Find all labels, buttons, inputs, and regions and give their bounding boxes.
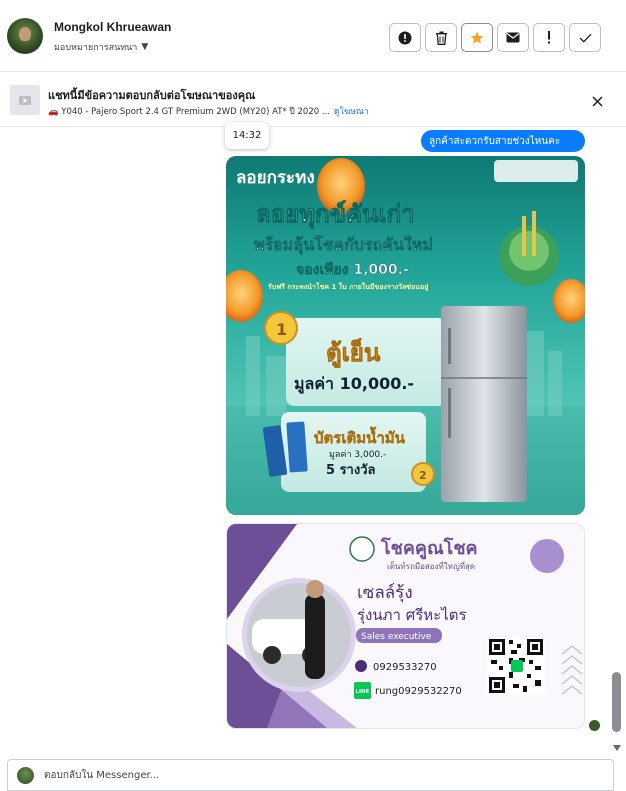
promo-image[interactable]: ลอยกระทง ลอยทุกข์คันเก่า พร้อมลุ้นโชคกับ… (226, 156, 585, 515)
ad-name: 🚗 Y040 - Pajero Sport 2.4 GT Premium 2WD… (48, 107, 330, 117)
contact-name[interactable]: Mongkol Khrueawan (54, 20, 171, 34)
scroll-down-arrow[interactable] (612, 737, 622, 751)
envelope-icon (506, 32, 520, 43)
promo-headline: ลอยทุกข์คันเก่า (256, 200, 415, 230)
delete-button[interactable] (425, 23, 457, 52)
contact-avatar[interactable] (7, 18, 43, 54)
chevron-down-icon (613, 745, 621, 751)
check-icon (579, 33, 591, 43)
done-button[interactable] (569, 23, 601, 52)
star-button[interactable] (461, 23, 493, 52)
video-play-icon (19, 95, 31, 105)
card-nickname: เซลล์รุ้ง (357, 583, 413, 603)
card-tagline: เต็นท์รถมือสองที่ใหญ่ที่สุด (387, 560, 475, 571)
prize1-value: มูลค่า 10,000.- (294, 374, 414, 395)
line-badge: LINE (356, 689, 370, 695)
ad-banner-title: แชทนี้มีข้อความตอบกลับต่อโฆษณาของคุณ (48, 89, 256, 102)
assign-conversation-dropdown[interactable]: มอบหมายการสนทนา ▼ (54, 40, 148, 54)
caret-down-icon: ▼ (141, 42, 149, 52)
conversation-header: Mongkol Khrueawan มอบหมายการสนทนา ▼ (0, 0, 626, 72)
business-card-artwork: โชคคูณโชค เต็นท์รถมือสองที่ใหญ่ที่สุด เซ… (227, 524, 584, 728)
ad-thumbnail[interactable] (10, 85, 40, 115)
prize-rank-1: 1 (276, 320, 287, 339)
prize2-count: 5 รางวัล (326, 463, 376, 478)
prize2-label: บัตรเติมน้ำมัน (314, 426, 406, 447)
timestamp-tooltip: 14:32 (225, 122, 269, 149)
promo-note: รับฟรี กระทงนำโชค 1 ใบ ภายในมีของรางวัลซ… (268, 282, 428, 292)
card-fullname: รุ่งนภา ศรีหะไตร (357, 606, 467, 625)
exclamation-circle-icon (398, 31, 412, 44)
reply-composer (7, 759, 614, 791)
exclamation-icon (548, 31, 550, 44)
close-banner-button[interactable] (588, 92, 606, 110)
card-role: Sales executive (361, 632, 432, 642)
chat-scrollbar-thumb[interactable] (612, 672, 621, 732)
ad-banner-subtitle: 🚗 Y040 - Pajero Sport 2.4 GT Premium 2WD… (48, 104, 369, 118)
mark-important-button[interactable] (389, 23, 421, 52)
trash-icon (435, 31, 447, 45)
prize1-label: ตู้เย็น (326, 338, 381, 368)
business-card-image[interactable]: โชคคูณโชค เต็นท์รถมือสองที่ใหญ่ที่สุด เซ… (226, 523, 585, 729)
card-phone: 0929533270 (373, 662, 437, 673)
conversation-toolbar (389, 23, 601, 52)
card-brand: โชคคูณโชค (380, 537, 478, 560)
star-icon (470, 31, 484, 44)
prize2-value: มูลค่า 3,000.- (329, 450, 386, 460)
page-avatar (17, 767, 34, 784)
spam-button[interactable] (533, 23, 565, 52)
promo-artwork: ลอยกระทง ลอยทุกข์คันเก่า พร้อมลุ้นโชคกับ… (226, 158, 585, 515)
mark-unread-button[interactable] (497, 23, 529, 52)
promo-brand-text: ลอยกระทง (236, 168, 315, 188)
view-ad-link[interactable]: ดูโฆษณา (334, 107, 369, 117)
promo-subheadline: พร้อมลุ้นโชคกับรถคันใหม่ (254, 234, 433, 255)
card-line-id: rung0929532270 (375, 686, 462, 697)
promo-booking: จองเพียง 1,000.- (296, 262, 409, 278)
read-receipt-avatar (589, 720, 600, 731)
ad-reply-banner: แชทนี้มีข้อความตอบกลับต่อโฆษณาของคุณ 🚗 Y… (0, 72, 626, 127)
outgoing-message-bubble[interactable]: ลูกค้าสะดวกรับสายช่วงไหนคะ (421, 130, 585, 152)
reply-input[interactable] (44, 760, 604, 790)
prize-rank-2: 2 (419, 469, 427, 482)
close-icon (591, 95, 603, 107)
assign-label: มอบหมายการสนทนา (54, 43, 138, 53)
